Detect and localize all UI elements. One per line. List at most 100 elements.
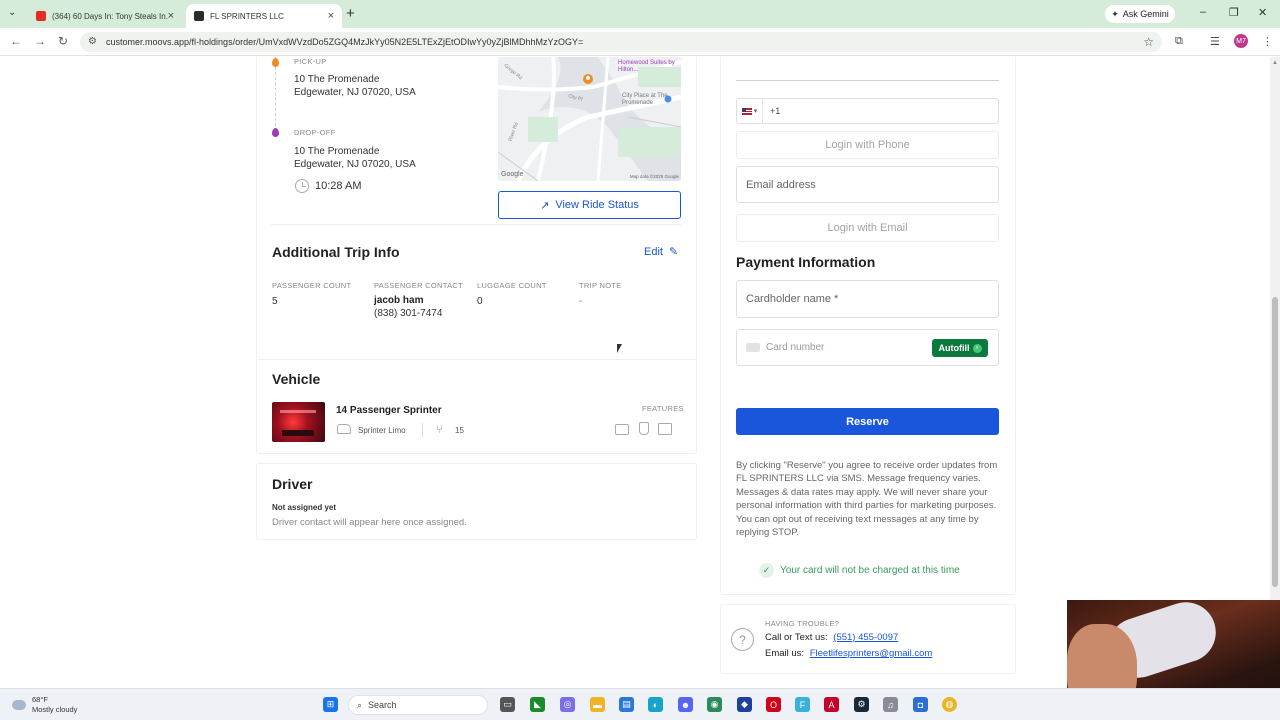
passenger-name: jacob ham [374,295,424,306]
reserve-button[interactable]: Reserve [736,408,999,435]
task-view-icon[interactable]: ▭ [500,697,515,712]
browser-toolbar: ← → ↻ ⚙ customer.moovs.app/fl-holdings/o… [0,28,1280,56]
login-with-email-button[interactable]: Login with Email [736,214,999,242]
luggage-feature-icon [615,424,629,435]
minimize-icon[interactable]: – [1200,6,1206,18]
luggage-count-value: 0 [477,296,483,307]
passenger-count-value: 5 [272,296,278,307]
email-placeholder: Email address [746,178,816,191]
edit-trip-info-button[interactable]: Edit ✎ [644,245,678,258]
call-label: Call or Text us: [765,632,828,643]
close-tab-icon[interactable]: × [328,10,334,22]
back-arrow-icon[interactable]: ← [10,34,22,48]
window-close-icon[interactable]: ✕ [1258,6,1267,19]
dropoff-label: DROP-OFF [294,128,336,137]
scrollbar-thumb[interactable] [1272,297,1278,587]
help-phone-link[interactable]: (551) 455-0097 [833,632,898,643]
car-icon [337,424,351,434]
discord-icon[interactable]: ☻ [678,697,693,712]
tab-youtube[interactable]: (364) 60 Days In: Tony Steals In... × [28,4,182,28]
opera-icon[interactable]: O [766,697,781,712]
windows-taskbar: 68°F Mostly cloudy ⊞ ⌕ Search ▭ ◣ ◎ ▬ ▤ … [0,688,1280,720]
vehicle-name: 14 Passenger Sprinter [336,405,442,416]
driver-status: Not assigned yet [272,503,337,512]
autofill-label: Autofill [938,343,970,353]
bookmark-star-icon[interactable]: ☆ [1143,35,1154,49]
app-icon[interactable]: ◘ [913,697,928,712]
dropoff-address-line1: 10 The Promenade [294,146,380,157]
card-number-field[interactable]: Card number Autofill › [736,329,999,366]
google-logo: Google [501,171,524,178]
login-with-phone-button[interactable]: Login with Phone [736,131,999,159]
itunes-icon[interactable]: ♫ [883,697,898,712]
forward-arrow-icon[interactable]: → [34,34,46,48]
not-charged-notice: ✓ Your card will not be charged at this … [759,563,960,578]
phone-input[interactable]: ▾ +1 [736,98,999,124]
profile-avatar[interactable]: M7 [1234,34,1248,48]
xbox-icon[interactable]: ◉ [707,697,722,712]
help-question-icon: ? [731,628,754,651]
new-tab-icon[interactable]: + [346,5,355,22]
mouse-cursor-icon [617,344,622,353]
driver-card [256,463,697,540]
edit-label: Edit [644,246,663,258]
page-scrollbar[interactable]: ▲ ▼ [1270,57,1280,688]
payment-title: Payment Information [736,254,876,270]
map-graphic [498,57,681,181]
tab-search-chevron-icon[interactable]: ⌄ [8,7,16,18]
cloud-icon [12,700,26,710]
menu-kebab-icon[interactable]: ⋮ [1262,35,1273,48]
steam-icon[interactable]: ⚙ [854,697,869,712]
email-field[interactable]: Email address [736,166,999,203]
extensions-icon[interactable]: ⧉ [1175,35,1183,48]
restore-icon[interactable]: ❐ [1229,6,1239,19]
f-app-icon[interactable]: F [795,697,810,712]
tab-fl-sprinters[interactable]: FL SPRINTERS LLC × [186,4,342,28]
page-content: PICK-UP 10 The Promenade Edgewater, NJ 0… [0,57,1270,688]
tab-title: (364) 60 Days In: Tony Steals In... [52,11,168,21]
close-tab-icon[interactable]: × [168,10,174,22]
gemini-sparkle-icon: ✦ [1111,8,1119,19]
nvidia-icon[interactable]: ◣ [530,697,545,712]
reload-icon[interactable]: ↻ [58,34,68,48]
cardholder-name-field[interactable]: Cardholder name * [736,280,999,318]
chrome-icon[interactable]: ◍ [942,697,957,712]
edit-pencil-icon: ✎ [669,246,679,258]
autofill-button[interactable]: Autofill › [932,339,988,357]
pickup-address-line2: Edgewater, NJ 07020, USA [294,87,416,98]
start-windows-icon[interactable]: ⊞ [323,697,338,712]
adobe-icon[interactable]: A [824,697,839,712]
charger-feature-icon [639,422,649,435]
tv-feature-icon [658,423,672,435]
vehicle-capacity: 15 [455,426,464,435]
having-trouble-label: HAVING TROUBLE? [765,619,840,628]
route-map[interactable]: Homewood Suites by Hilton... City Place … [498,57,681,181]
copilot-icon[interactable]: ◎ [560,697,575,712]
caret-down-icon: ▾ [753,108,758,115]
store-icon[interactable]: ▤ [619,697,634,712]
scroll-up-icon[interactable]: ▲ [1272,60,1278,66]
help-email-link[interactable]: Fleetlifesprinters@gmail.com [810,648,933,659]
youtube-favicon-icon [36,11,46,21]
address-bar[interactable]: ⚙ customer.moovs.app/fl-holdings/order/U… [80,32,1162,52]
ask-gemini-button[interactable]: ✦ Ask Gemini [1105,5,1175,23]
browser-tab-bar: ⌄ (364) 60 Days In: Tony Steals In... × … [0,0,1280,28]
country-selector[interactable]: ▾ [737,99,763,123]
trip-note-label: TRIP NOTE [579,281,622,290]
weather-widget[interactable]: 68°F Mostly cloudy [12,695,77,715]
dropbox-icon[interactable]: ◆ [737,697,752,712]
additional-info-title: Additional Trip Info [272,244,400,260]
file-explorer-icon[interactable]: ▬ [590,697,605,712]
clock-icon [295,179,309,193]
sms-consent-text: By clicking "Reserve" you agree to recei… [736,460,998,539]
passenger-contact-label: PASSENGER CONTACT [374,281,463,290]
country-code: +1 [770,106,781,116]
edge-icon[interactable]: ◐ [648,697,663,712]
site-info-icon[interactable]: ⚙ [88,37,98,47]
taskbar-search-placeholder: Search [368,700,397,710]
media-controls-icon[interactable]: ☰ [1210,35,1220,48]
vehicle-photo[interactable] [272,402,325,442]
view-ride-status-button[interactable]: ↗ View Ride Status [498,191,681,219]
taskbar-search[interactable]: ⌕ Search [348,695,488,715]
driver-title: Driver [272,476,313,492]
